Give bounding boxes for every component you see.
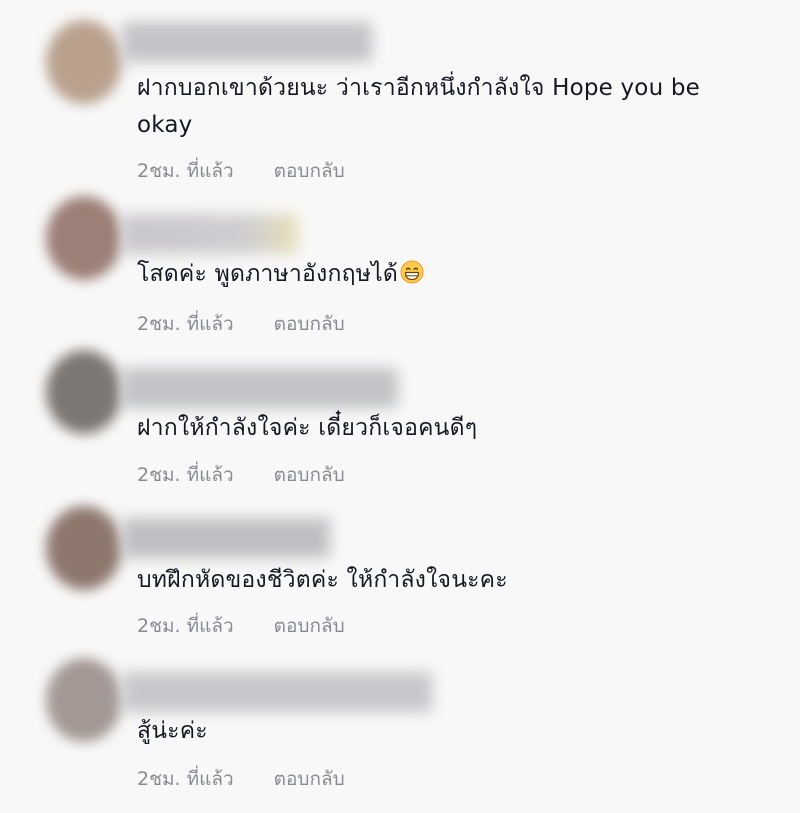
username-blurred[interactable] [122,214,298,254]
avatar[interactable] [46,658,122,742]
comment-timestamp: 2ชม. ที่แล้ว [137,615,234,637]
reply-button[interactable]: ตอบกลับ [274,764,345,794]
username-blurred[interactable] [122,368,398,408]
reply-button[interactable]: ตอบกลับ [274,611,345,641]
comment-text: สู้น่ะค่ะ [137,718,208,744]
reply-button[interactable]: ตอบกลับ [274,460,345,490]
comment-meta: 2ชม. ที่แล้ว ตอบกลับ [137,309,345,339]
comment-meta: 2ชม. ที่แล้ว ตอบกลับ [137,764,345,794]
comment-timestamp: 2ชม. ที่แล้ว [137,160,234,182]
comment-text: ฝากบอกเขาด้วยนะ ว่าเราอีกหนึ่งกำลังใจ Ho… [137,75,701,138]
comment-timestamp: 2ชม. ที่แล้ว [137,313,234,335]
comment-meta: 2ชม. ที่แล้ว ตอบกลับ [137,460,345,490]
comment-text: โสดค่ะ พูดภาษาอังกฤษได้ [137,256,757,293]
avatar[interactable] [46,506,122,590]
avatar[interactable] [46,20,122,104]
avatar[interactable] [46,196,122,280]
grinning-face-emoji-icon [400,260,424,284]
username-blurred[interactable] [122,22,372,62]
username-blurred[interactable] [122,518,330,558]
reply-button[interactable]: ตอบกลับ [274,309,345,339]
comment-text: ฝากให้กำลังใจค่ะ เดี๋ยวก็เจอคนดีๆ [137,415,478,441]
comment-timestamp: 2ชม. ที่แล้ว [137,464,234,486]
comment-meta: 2ชม. ที่แล้ว ตอบกลับ [137,611,345,641]
comment-timestamp: 2ชม. ที่แล้ว [137,768,234,790]
avatar[interactable] [46,350,122,434]
comment-text: บทฝึกหัดของชีวิตค่ะ ให้กำลังใจนะคะ [137,567,508,593]
reply-button[interactable]: ตอบกลับ [274,156,345,186]
comment-meta: 2ชม. ที่แล้ว ตอบกลับ [137,156,345,186]
comment-text-content: โสดค่ะ พูดภาษาอังกฤษได้ [137,261,398,287]
username-blurred[interactable] [122,672,432,712]
